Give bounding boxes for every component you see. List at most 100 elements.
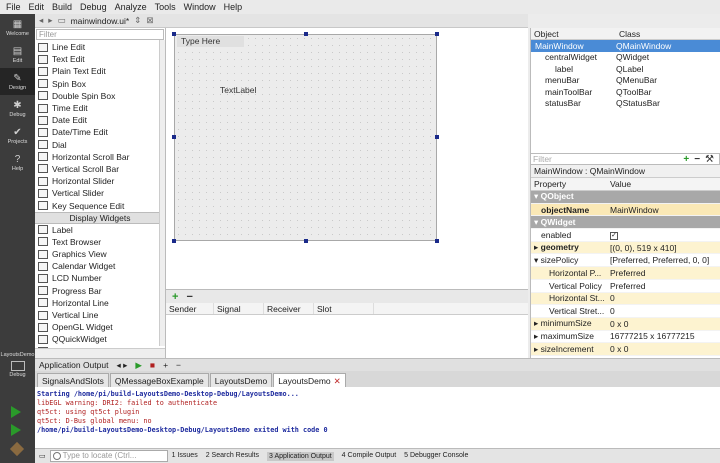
add-connection-button[interactable]: + (172, 291, 178, 303)
nav-forward-icon[interactable]: ▸ (48, 15, 52, 26)
widget-item-horizontal-line[interactable]: Horizontal Line (35, 297, 165, 309)
widget-item-text-browser[interactable]: Text Browser (35, 236, 165, 248)
resize-handle-tl[interactable] (172, 32, 176, 36)
object-row-mainwindow[interactable]: MainWindow QMainWindow (531, 40, 720, 52)
widget-item-plain-text-edit[interactable]: Plain Text Edit (35, 65, 165, 77)
widget-item-line-edit[interactable]: Line Edit (35, 41, 165, 53)
widget-item-progress-bar[interactable]: Progress Bar (35, 285, 165, 297)
mode-projects[interactable]: ✔ Projects (0, 122, 35, 149)
widget-item-vertical-scroll-bar[interactable]: Vertical Scroll Bar (35, 163, 165, 175)
property-row-objectname[interactable]: objectName MainWindow (531, 203, 720, 217)
output-tab-qmessageboxexample[interactable]: QMessageBoxExample (109, 373, 209, 387)
property-value[interactable]: 16777215 x 16777215 (607, 331, 720, 341)
widget-item-vertical-slider[interactable]: Vertical Slider (35, 187, 165, 199)
property-row-enabled[interactable]: enabled ✓ (531, 229, 720, 242)
status-tab-2-search-results[interactable]: 2 Search Results (206, 452, 259, 461)
dropdown-icon[interactable]: ⇕ (134, 15, 141, 26)
resize-handle-br[interactable] (435, 239, 439, 243)
status-tab-4-compile-output[interactable]: 4 Compile Output (342, 452, 396, 461)
widget-item-opengl-widget[interactable]: OpenGL Widget (35, 321, 165, 333)
add-property-icon[interactable]: + (683, 154, 689, 165)
enabled-checkbox[interactable]: ✓ (610, 232, 618, 241)
widget-item-date-edit[interactable]: Date Edit (35, 114, 165, 126)
status-tab-5-debugger-console[interactable]: 5 Debugger Console (404, 452, 468, 461)
build-hammer-icon[interactable] (9, 441, 25, 457)
widget-item-qquickwidget[interactable]: QQuickWidget (35, 333, 165, 345)
property-value[interactable]: 0 x 0 (607, 344, 720, 354)
close-file-icon[interactable]: ⊠ (146, 15, 153, 26)
ss-col-sender[interactable]: Sender (166, 303, 214, 314)
kit-selector[interactable]: LayoutsDemo Debug (0, 352, 35, 378)
output-run-icon[interactable]: ▶ (135, 360, 142, 371)
sidebar-toggle-icon[interactable]: ▭ (39, 452, 46, 460)
open-file-selector[interactable]: mainwindow.ui* (71, 16, 130, 26)
collapse-icon[interactable]: ▾ (534, 255, 541, 265)
property-row-vertical-stret[interactable]: Vertical Stret... 0 (531, 305, 720, 318)
widget-item-lcd-number[interactable]: LCD Number (35, 272, 165, 284)
run-icon[interactable] (11, 406, 21, 418)
mode-debug[interactable]: ✱ Debug (0, 95, 35, 122)
menu-debug[interactable]: Debug (80, 2, 107, 12)
property-row-vertical-policy[interactable]: Vertical Policy Preferred (531, 280, 720, 293)
menu-type-here[interactable]: Type Here (177, 36, 244, 47)
expand-icon[interactable]: ▸ (534, 318, 541, 328)
mode-edit[interactable]: ▤ Edit (0, 41, 35, 68)
widget-item-key-sequence-edit[interactable]: Key Sequence Edit (35, 199, 165, 211)
property-value[interactable]: 0 (607, 293, 720, 303)
property-value[interactable]: [Preferred, Preferred, 0, 0] (607, 255, 720, 265)
menu-build[interactable]: Build (52, 2, 72, 12)
collapse-icon[interactable]: ▾ (534, 217, 541, 227)
resize-handle-bl[interactable] (172, 239, 176, 243)
property-row-horizontal-st[interactable]: Horizontal St... 0 (531, 292, 720, 306)
object-row-centralwidget[interactable]: centralWidget QWidget (531, 52, 720, 64)
nav-back-icon[interactable]: ◂ (39, 15, 43, 26)
output-stop-icon[interactable]: ■ (150, 360, 155, 370)
locate-input[interactable]: Type to locate (Ctrl... (49, 450, 168, 462)
expand-icon[interactable]: ▸ (534, 344, 541, 354)
status-tab-3-application-output[interactable]: 3 Application Output (267, 451, 334, 461)
property-row-horizontal-p[interactable]: Horizontal P... Preferred (531, 267, 720, 280)
resize-handle-l[interactable] (172, 135, 176, 139)
menu-analyze[interactable]: Analyze (115, 2, 147, 12)
output-remove-icon[interactable]: − (176, 360, 181, 370)
ss-col-signal[interactable]: Signal (214, 303, 264, 314)
mode-help[interactable]: ? Help (0, 149, 35, 176)
object-row-statusbar[interactable]: statusBar QStatusBar (531, 98, 720, 110)
property-value[interactable]: MainWindow (607, 205, 720, 215)
widget-item-calendar-widget[interactable]: Calendar Widget (35, 260, 165, 272)
property-row-geometry[interactable]: ▸ geometry [(0, 0), 519 x 410] (531, 241, 720, 255)
category-display-widgets[interactable]: Display Widgets (35, 211, 165, 224)
property-value[interactable]: Preferred (607, 268, 720, 278)
remove-connection-button[interactable]: − (186, 291, 192, 303)
widget-item-time-edit[interactable]: Time Edit (35, 102, 165, 114)
expand-icon[interactable]: ▸ (534, 242, 541, 252)
menu-window[interactable]: Window (184, 2, 216, 12)
property-row-sizepolicy[interactable]: ▾ sizePolicy [Preferred, Preferred, 0, 0] (531, 254, 720, 268)
widget-item-date-time-edit[interactable]: Date/Time Edit (35, 126, 165, 138)
remove-property-icon[interactable]: − (694, 154, 700, 165)
mode-welcome[interactable]: ▦ Welcome (0, 14, 35, 41)
widget-item-label[interactable]: Label (35, 224, 165, 236)
output-tab-layoutsdemo[interactable]: LayoutsDemo ✕ (273, 373, 346, 387)
object-row-menubar[interactable]: menuBar QMenuBar (531, 75, 720, 87)
widget-item-text-edit[interactable]: Text Edit (35, 53, 165, 65)
property-value[interactable]: 0 x 0 (607, 319, 720, 329)
resize-handle-b[interactable] (304, 239, 308, 243)
resize-handle-tr[interactable] (435, 32, 439, 36)
widget-item-double-spin-box[interactable]: Double Spin Box (35, 90, 165, 102)
tools-icon[interactable]: ⚒ (705, 154, 714, 165)
menu-tools[interactable]: Tools (155, 2, 176, 12)
resize-handle-r[interactable] (435, 135, 439, 139)
close-tab-icon[interactable]: ✕ (334, 376, 341, 386)
widget-item-horizontal-scroll-bar[interactable]: Horizontal Scroll Bar (35, 151, 165, 163)
property-filter-input[interactable]: Filter (531, 154, 683, 164)
widget-item-spin-box[interactable]: Spin Box (35, 78, 165, 90)
property-value[interactable]: Preferred (607, 281, 720, 291)
widget-box-hscrollbar[interactable] (35, 348, 165, 358)
resize-handle-t[interactable] (304, 32, 308, 36)
ss-col-receiver[interactable]: Receiver (264, 303, 314, 314)
widget-item-graphics-view[interactable]: Graphics View (35, 248, 165, 260)
output-add-icon[interactable]: + (163, 360, 168, 370)
menu-edit[interactable]: Edit (29, 2, 45, 12)
object-row-label[interactable]: label QLabel (531, 63, 720, 75)
